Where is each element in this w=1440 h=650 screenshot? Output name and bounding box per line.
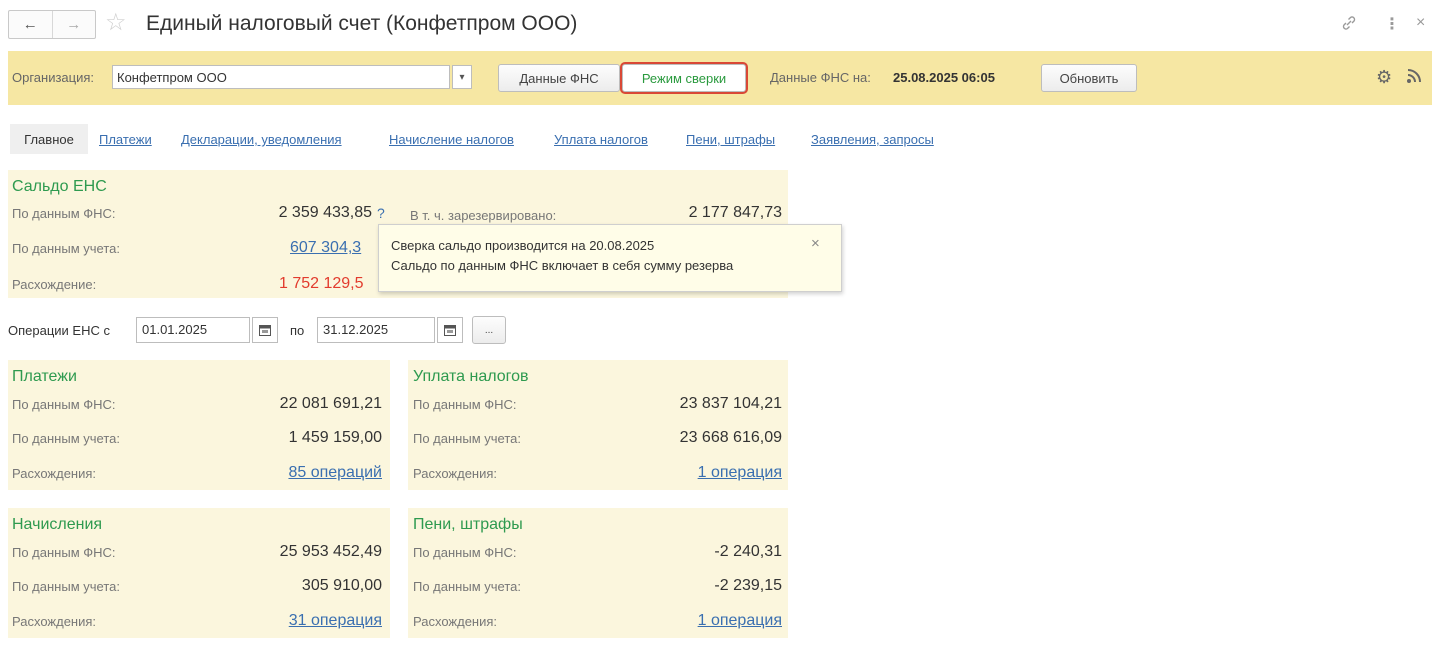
penalties-acc-label: По данным учета: [413,579,521,594]
more-icon[interactable]: ⋮ [1384,14,1400,34]
tab-penalties[interactable]: Пени, штрафы [686,132,775,147]
balance-title: Сальдо ЕНС [12,178,107,195]
period-select-button[interactable]: ... [472,316,506,344]
balance-fns-label: По данным ФНС: [12,206,116,221]
tax-payment-diff-label: Расхождения: [413,466,498,481]
balance-acc-label: По данным учета: [12,241,120,256]
penalties-acc-value: -2 239,15 [714,577,782,594]
period-from-calendar-button[interactable] [252,317,278,343]
accruals-diff-link[interactable]: 31 операция [200,612,382,630]
tab-tax-payment[interactable]: Уплата налогов [554,132,648,147]
balance-diff-value: 1 752 129,5 [279,275,364,292]
tax-payment-acc-label: По данным учета: [413,431,521,446]
link-icon[interactable] [1340,14,1358,37]
period-label: Операции ЕНС с [8,323,110,338]
tooltip-close-icon[interactable]: × [811,235,820,252]
tooltip: Сверка сальдо производится на 20.08.2025… [378,224,842,292]
tax-payment-acc-value: 23 668 616,09 [679,429,782,446]
fns-data-button[interactable]: Данные ФНС [498,64,620,92]
tax-payment-title: Уплата налогов [413,368,529,385]
balance-diff-label: Расхождение: [12,277,97,292]
tooltip-line-2: Сальдо по данным ФНС включает в себя сум… [391,258,734,273]
tab-tax-accrual[interactable]: Начисление налогов [389,132,514,147]
tab-main[interactable]: Главное [10,124,88,154]
penalties-fns-value: -2 240,31 [714,543,782,560]
tax-payment-fns-value: 23 837 104,21 [679,395,782,412]
reserved-value: 2 177 847,73 [688,204,782,221]
org-label: Организация: [12,70,95,85]
accruals-fns-label: По данным ФНС: [12,545,116,560]
accruals-acc-value: 305 910,00 [301,577,382,594]
balance-help-icon[interactable]: ? [377,205,385,221]
penalties-diff-link[interactable]: 1 операция [600,612,782,630]
refresh-button[interactable]: Обновить [1041,64,1137,92]
reserved-label: В т. ч. зарезервировано: [410,208,557,223]
balance-acc-value[interactable]: 607 304,3 [290,239,361,257]
payments-title: Платежи [12,368,77,385]
close-icon[interactable]: × [1416,14,1425,32]
rss-icon[interactable] [1406,68,1422,89]
chevron-down-icon: ▾ [459,71,465,83]
accruals-diff-label: Расхождения: [12,614,97,629]
tab-payments[interactable]: Платежи [99,132,152,147]
accruals-acc-label: По данным учета: [12,579,120,594]
tax-payment-fns-label: По данным ФНС: [413,397,517,412]
accruals-fns-value: 25 953 452,49 [279,543,382,560]
favorite-star-icon[interactable]: ☆ [105,8,127,37]
back-icon: ← [22,16,38,33]
org-field[interactable]: Конфетпром ООО [112,65,450,89]
penalties-diff-label: Расхождения: [413,614,498,629]
tab-declarations[interactable]: Декларации, уведомления [181,132,342,147]
calendar-icon [444,324,456,336]
calendar-icon [259,324,271,336]
fns-date-value: 25.08.2025 06:05 [893,70,995,85]
tooltip-line-1: Сверка сальдо производится на 20.08.2025 [391,238,655,253]
nav-buttons: ← → [8,10,96,39]
org-dropdown-button[interactable]: ▾ [452,65,472,89]
fns-date-label: Данные ФНС на: [770,70,871,85]
payments-fns-value: 22 081 691,21 [279,395,382,412]
period-to-label: по [290,323,305,338]
payments-acc-label: По данным учета: [12,431,120,446]
payments-diff-link[interactable]: 85 операций [200,464,382,482]
page-title: Единый налоговый счет (Конфетпром ООО) [146,12,578,35]
balance-fns-value: 2 359 433,85 [278,204,372,221]
reconcile-mode-button[interactable]: Режим сверки [622,64,746,92]
back-button[interactable]: ← [9,11,52,38]
tax-payment-diff-link[interactable]: 1 операция [600,464,782,482]
period-to-field[interactable]: 31.12.2025 [317,317,435,343]
payments-acc-value: 1 459 159,00 [288,429,382,446]
payments-fns-label: По данным ФНС: [12,397,116,412]
gear-icon[interactable]: ⚙ [1376,67,1392,88]
period-to-calendar-button[interactable] [437,317,463,343]
forward-button[interactable]: → [51,11,96,38]
accruals-title: Начисления [12,516,103,533]
penalties-title: Пени, штрафы [413,516,523,533]
payments-diff-label: Расхождения: [12,466,97,481]
period-from-field[interactable]: 01.01.2025 [136,317,250,343]
tab-requests[interactable]: Заявления, запросы [811,132,934,147]
forward-icon: → [66,16,82,33]
penalties-fns-label: По данным ФНС: [413,545,517,560]
